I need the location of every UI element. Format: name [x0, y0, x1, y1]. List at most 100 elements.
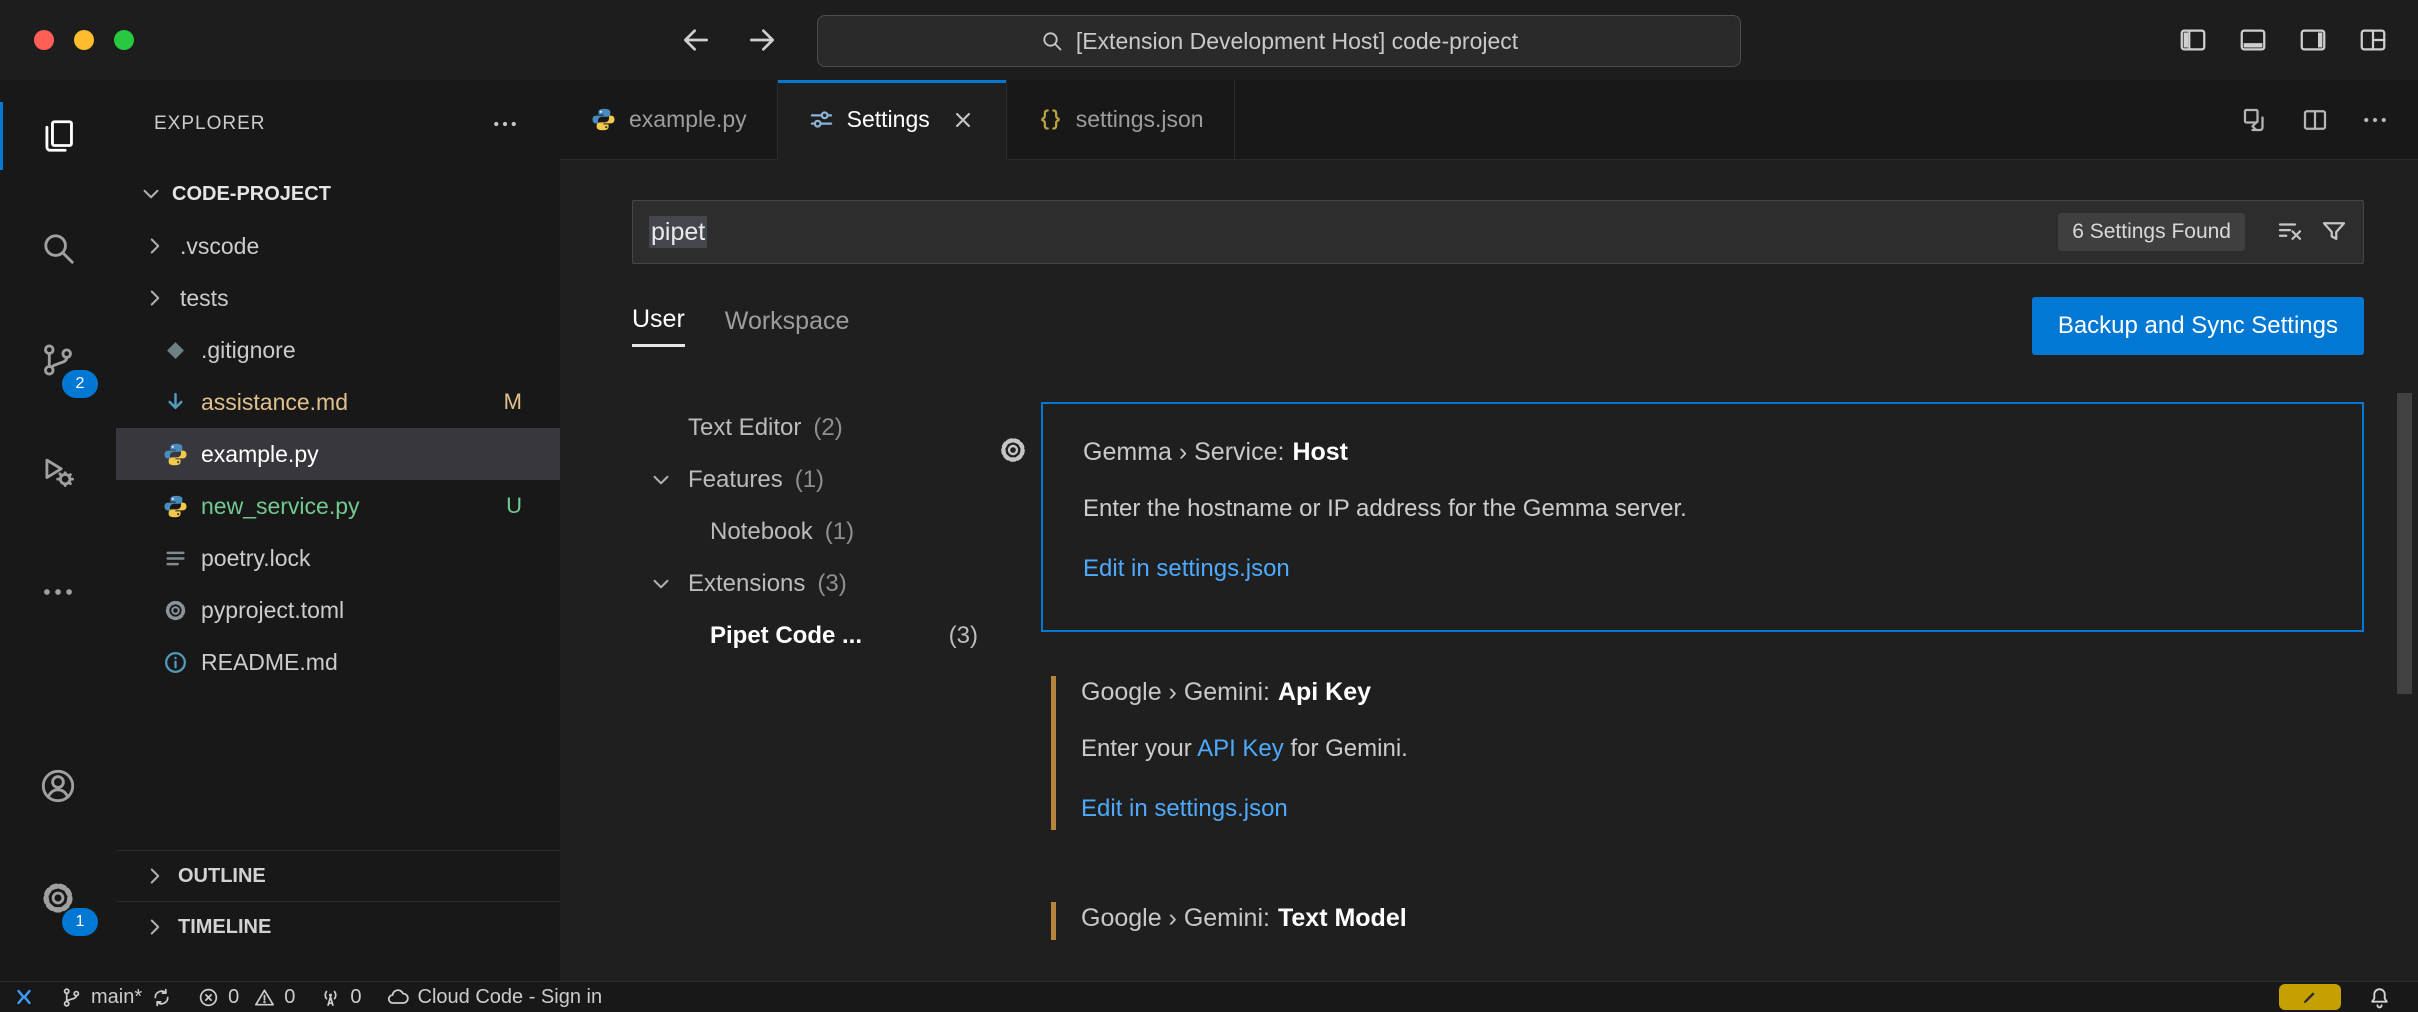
chevron-down-icon [138, 181, 164, 207]
settings-search-input[interactable]: pipet 6 Settings Found [632, 200, 2364, 264]
git-status-badge: U [506, 493, 560, 519]
settings-list: Gemma › Service:Host Enter the hostname … [1041, 402, 2364, 982]
setting-google-gemini-api-key[interactable]: Google › Gemini:Api Key Enter your API K… [1041, 662, 2364, 842]
settings-found-badge: 6 Settings Found [2058, 213, 2245, 251]
settings-search-value: pipet [649, 218, 707, 247]
explorer-more-actions-icon[interactable] [490, 109, 520, 139]
accounts-icon[interactable] [0, 730, 116, 842]
traffic-lights [34, 30, 134, 50]
toc-features[interactable]: Features (1) [632, 454, 992, 506]
pencil-highlight-status-icon[interactable] [2279, 984, 2341, 1010]
project-root-folder[interactable]: CODE-PROJECT [116, 168, 560, 220]
scope-tab-user[interactable]: User [632, 305, 685, 347]
toc-extensions[interactable]: Extensions (3) [632, 558, 992, 610]
git-status-badge: M [504, 389, 560, 415]
back-button[interactable] [680, 24, 712, 56]
settings-badge: 1 [62, 908, 98, 936]
editor-area: example.py Settings settings.json pipet … [560, 80, 2418, 982]
info-file-icon [162, 649, 189, 676]
setting-description: Enter your API Key for Gemini. [1081, 734, 2324, 764]
scm-badge: 2 [62, 370, 98, 398]
python-file-icon [590, 106, 617, 133]
toc-pipet-code[interactable]: Pipet Code ... (3) [632, 610, 992, 662]
tab-settings-json[interactable]: settings.json [1007, 80, 1235, 160]
tree-item-new-service-py[interactable]: new_service.py U [116, 480, 560, 532]
toc-text-editor[interactable]: Text Editor (2) [632, 402, 992, 454]
more-views-icon[interactable] [0, 544, 116, 640]
tab-settings[interactable]: Settings [778, 80, 1007, 160]
remote-indicator[interactable] [0, 982, 48, 1012]
settings-toc: Text Editor (2) Features (1) Notebook (1… [632, 402, 992, 982]
api-key-link[interactable]: API Key [1197, 735, 1284, 762]
tab-example-py[interactable]: example.py [560, 80, 778, 160]
explorer-sidebar: EXPLORER CODE-PROJECT .vscode tests .git… [116, 80, 561, 982]
source-control-activity-icon[interactable]: 2 [0, 304, 116, 416]
python-file-icon [162, 441, 189, 468]
json-braces-icon [1037, 106, 1064, 133]
customize-layout-icon[interactable] [2358, 25, 2388, 55]
setting-description: Enter the hostname or IP address for the… [1083, 494, 2322, 524]
tree-item-pyproject-toml[interactable]: pyproject.toml [116, 584, 560, 636]
close-tab-icon[interactable] [950, 107, 976, 133]
minimize-window-button[interactable] [74, 30, 94, 50]
outline-section[interactable]: OUTLINE [116, 850, 560, 901]
setting-gear-icon[interactable] [997, 434, 1029, 466]
setting-gemma-service-host[interactable]: Gemma › Service:Host Enter the hostname … [1041, 402, 2364, 632]
tree-item-readme-md[interactable]: README.md [116, 636, 560, 688]
filter-icon[interactable] [2319, 217, 2349, 247]
scope-tab-workspace[interactable]: Workspace [725, 307, 850, 346]
sync-changes-icon [150, 986, 173, 1009]
explorer-activity-icon[interactable] [0, 80, 116, 192]
settings-scrollbar[interactable] [2397, 393, 2412, 694]
cloud-icon [386, 985, 410, 1009]
toggle-panel-icon[interactable] [2238, 25, 2268, 55]
edit-in-settings-json-link[interactable]: Edit in settings.json [1083, 554, 1290, 584]
activity-bar: 2 1 [0, 80, 117, 982]
notifications-bell-icon[interactable] [2367, 985, 2392, 1010]
problems-status[interactable]: 0 0 [185, 982, 307, 1012]
python-file-icon [162, 493, 189, 520]
clear-filters-icon[interactable] [2275, 217, 2305, 247]
chevron-down-icon [648, 467, 674, 493]
tab-bar: example.py Settings settings.json [560, 80, 2418, 160]
warning-icon [253, 986, 276, 1009]
backup-sync-settings-button[interactable]: Backup and Sync Settings [2032, 297, 2364, 355]
branch-icon [60, 986, 83, 1009]
setting-title: Gemma › Service:Host [1083, 436, 2322, 468]
toc-notebook[interactable]: Notebook (1) [632, 506, 992, 558]
tree-item-example-py[interactable]: example.py [116, 428, 560, 480]
close-window-button[interactable] [34, 30, 54, 50]
cloud-code-status[interactable]: Cloud Code - Sign in [374, 982, 615, 1012]
tree-item-poetry-lock[interactable]: poetry.lock [116, 532, 560, 584]
timeline-section[interactable]: TIMELINE [116, 901, 560, 952]
setting-google-gemini-text-model[interactable]: Google › Gemini:Text Model [1041, 888, 2364, 952]
search-icon [1040, 29, 1064, 53]
search-activity-icon[interactable] [0, 192, 116, 304]
open-changes-icon[interactable] [2240, 105, 2270, 135]
tree-item-tests[interactable]: tests [116, 272, 560, 324]
editor-more-actions-icon[interactable] [2360, 105, 2390, 135]
settings-gear-icon[interactable]: 1 [0, 842, 116, 954]
toggle-sidebar-icon[interactable] [2178, 25, 2208, 55]
ports-status[interactable]: 0 [307, 982, 373, 1012]
setting-title: Google › Gemini:Api Key [1081, 676, 2324, 708]
command-center[interactable]: [Extension Development Host] code-projec… [817, 15, 1741, 67]
toggle-secondary-sidebar-icon[interactable] [2298, 25, 2328, 55]
zoom-window-button[interactable] [114, 30, 134, 50]
markdown-file-icon [162, 389, 189, 416]
chevron-down-icon [648, 571, 674, 597]
tree-item-assistance-md[interactable]: assistance.md M [116, 376, 560, 428]
split-editor-icon[interactable] [2300, 105, 2330, 135]
tree-item-vscode[interactable]: .vscode [116, 220, 560, 272]
chevron-right-icon [142, 914, 168, 940]
forward-button[interactable] [746, 24, 778, 56]
settings-sliders-icon [808, 106, 835, 133]
window-title: [Extension Development Host] code-projec… [1076, 28, 1518, 55]
tree-item-gitignore[interactable]: .gitignore [116, 324, 560, 376]
error-icon [197, 986, 220, 1009]
git-branch-status[interactable]: main* [48, 982, 185, 1012]
chevron-right-icon [142, 233, 168, 259]
lock-file-icon [162, 545, 189, 572]
edit-in-settings-json-link[interactable]: Edit in settings.json [1081, 794, 1288, 824]
run-debug-activity-icon[interactable] [0, 416, 116, 528]
